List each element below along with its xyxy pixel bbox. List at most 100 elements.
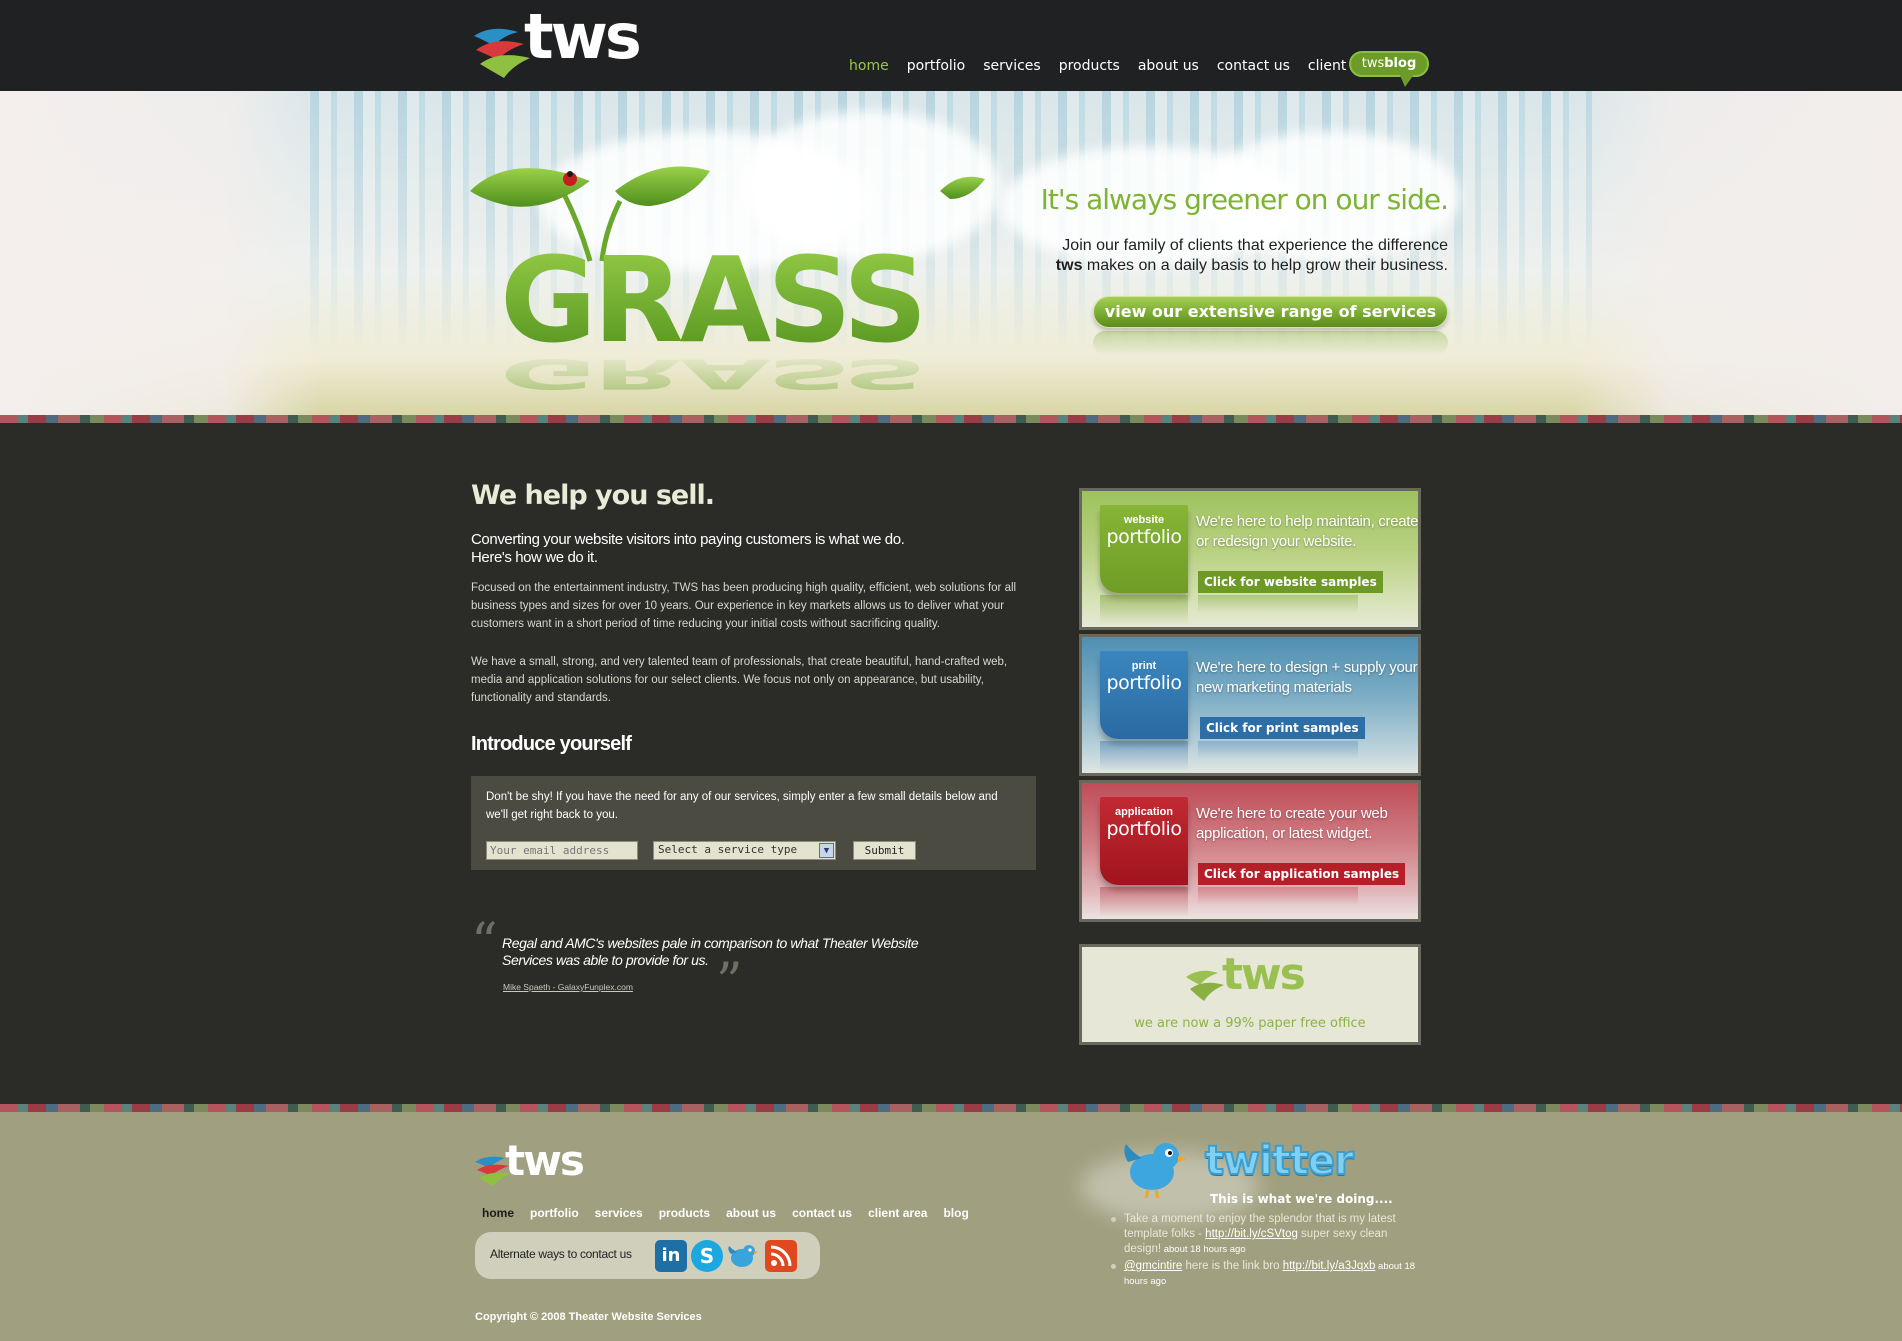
- service-select-value: Select a service type: [658, 843, 798, 856]
- blog-tab-tail: [1399, 73, 1415, 87]
- blog-tab-bubble: twsblog: [1349, 51, 1429, 77]
- twitter-wordmark: twitter: [1204, 1137, 1355, 1185]
- footer-nav-contact-us[interactable]: contact us: [784, 1206, 860, 1220]
- stripe-divider: [0, 415, 1902, 423]
- footer-nav-about-us[interactable]: about us: [718, 1206, 784, 1220]
- print-portfolio-panel[interactable]: print portfolio We're here to design + s…: [1079, 634, 1421, 776]
- nav-services[interactable]: services: [974, 58, 1049, 74]
- view-services-button[interactable]: view our extensive range of services: [1093, 296, 1448, 328]
- hero-text: Join our family of clients that experien…: [1040, 236, 1448, 276]
- hero-text-brand: tws: [1055, 257, 1083, 274]
- button-reflection: [1198, 595, 1358, 613]
- hero-headline: It's always greener on our side.: [1040, 183, 1449, 216]
- service-type-select[interactable]: Select a service type ▼: [653, 841, 836, 860]
- logo-wordmark: tws: [505, 1136, 585, 1185]
- logo-wordmark: tws: [1222, 949, 1306, 1000]
- lead-line2: Here's how we do it.: [471, 549, 598, 566]
- panel-description: We're here to help maintain, create or r…: [1196, 513, 1419, 550]
- email-field[interactable]: [486, 841, 638, 860]
- body-paragraph: We have a small, strong, and very talent…: [471, 656, 1008, 704]
- tws-logo-green: tws: [1186, 949, 1326, 1007]
- footer-nav-blog[interactable]: blog: [935, 1206, 976, 1220]
- website-portfolio-badge: website portfolio: [1100, 505, 1188, 593]
- tweet-link[interactable]: http://bit.ly/cSVtog: [1205, 1228, 1298, 1240]
- application-samples-button[interactable]: Click for application samples: [1198, 863, 1406, 885]
- tweet-text: here is the link bro: [1182, 1260, 1283, 1272]
- footer-logo[interactable]: tws: [475, 1136, 595, 1188]
- leaf-shape: [940, 176, 985, 199]
- chevron-down-icon[interactable]: ▼: [819, 843, 834, 858]
- twitter-subtitle: This is what we're doing....: [1210, 1192, 1393, 1206]
- badge-reflection: [1100, 741, 1188, 771]
- lead-line1: Converting your website visitors into pa…: [471, 531, 905, 548]
- rss-icon[interactable]: [765, 1240, 797, 1272]
- footer-nav: home portfolio services products about u…: [474, 1206, 977, 1220]
- panel-description: We're here to create your web applicatio…: [1196, 805, 1388, 842]
- paper-free-panel: tws we are now a 99% paper free office: [1079, 944, 1421, 1045]
- grass-illustration: GRASS GRASS: [470, 166, 985, 391]
- button-reflection: [1198, 741, 1358, 759]
- body-paragraph: Focused on the entertainment industry, T…: [471, 582, 1017, 630]
- tweet-item: Take a moment to enjoy the splendor that…: [1110, 1212, 1420, 1257]
- website-samples-button[interactable]: Click for website samples: [1198, 571, 1383, 593]
- tweet-list: Take a moment to enjoy the splendor that…: [1110, 1212, 1420, 1291]
- logo-wordmark: tws: [524, 0, 642, 73]
- nav-home[interactable]: home: [840, 58, 898, 74]
- skype-icon[interactable]: S: [691, 1240, 723, 1272]
- tweet-mention[interactable]: @gmcintire: [1124, 1260, 1182, 1272]
- footer-nav-home[interactable]: home: [474, 1206, 522, 1220]
- print-portfolio-badge: print portfolio: [1100, 651, 1188, 739]
- close-quote-icon: ”: [716, 953, 743, 1013]
- grass-word-reflection: GRASS: [500, 349, 924, 391]
- copyright-text: Copyright © 2008 Theater Website Service…: [475, 1311, 702, 1323]
- blog-tab-prefix: tws: [1361, 56, 1385, 71]
- contact-instructions: Don't be shy! If you have the need for a…: [486, 791, 998, 821]
- footer-nav-client-area[interactable]: client area: [860, 1206, 935, 1220]
- hero-fade-right: [1572, 91, 1902, 419]
- website-portfolio-panel[interactable]: website portfolio We're here to help mai…: [1079, 488, 1421, 630]
- tweet-link[interactable]: http://bit.ly/a3Jqxb: [1283, 1260, 1376, 1272]
- tweet-time: about 18 hours ago: [1161, 1244, 1246, 1255]
- hero-banner: GRASS GRASS It's always greener on our s…: [0, 91, 1902, 419]
- site-header: tws home portfolio services products abo…: [0, 0, 1902, 91]
- nav-portfolio[interactable]: portfolio: [898, 58, 975, 74]
- twitter-feed: twitter This is what we're doing.... Tak…: [1080, 1132, 1440, 1337]
- blog-tab-suffix: blog: [1384, 56, 1417, 71]
- tws-logo[interactable]: tws: [472, 0, 657, 82]
- paper-free-text: we are now a 99% paper free office: [1134, 1016, 1366, 1031]
- badge-reflection: [1100, 887, 1188, 917]
- hero-text-line2: makes on a daily basis to help grow thei…: [1082, 257, 1448, 274]
- nav-products[interactable]: products: [1050, 58, 1129, 74]
- badge-small-label: print: [1131, 660, 1157, 672]
- badge-big-label: portfolio: [1106, 526, 1182, 548]
- print-samples-button[interactable]: Click for print samples: [1200, 717, 1365, 739]
- stripe-divider: [0, 1104, 1902, 1112]
- badge-small-label: website: [1123, 514, 1165, 526]
- footer-nav-services[interactable]: services: [587, 1206, 651, 1220]
- twitter-bird-icon[interactable]: [1120, 1132, 1190, 1202]
- application-portfolio-badge: application portfolio: [1100, 797, 1188, 885]
- introduce-heading: Introduce yourself: [471, 733, 632, 755]
- badge-big-label: portfolio: [1106, 818, 1182, 840]
- nav-about-us[interactable]: about us: [1129, 58, 1208, 74]
- main-nav: home portfolio services products about u…: [840, 58, 1391, 74]
- panel-description: We're here to design + supply your new m…: [1196, 659, 1418, 696]
- leaf-shape: [615, 166, 710, 206]
- footer-nav-products[interactable]: products: [651, 1206, 718, 1220]
- badge-small-label: application: [1114, 806, 1174, 818]
- tweet-item: @gmcintire here is the link bro http://b…: [1110, 1259, 1420, 1289]
- hero-fade-left: [0, 91, 320, 419]
- alternate-contact-bar: Alternate ways to contact us in S: [475, 1232, 820, 1279]
- page-title: We help you sell.: [471, 480, 715, 511]
- hero-button-reflection: [1093, 331, 1448, 355]
- twitter-bird-icon[interactable]: [727, 1240, 759, 1272]
- badge-big-label: portfolio: [1106, 672, 1182, 694]
- nav-contact-us[interactable]: contact us: [1208, 58, 1299, 74]
- linkedin-icon[interactable]: in: [655, 1240, 687, 1272]
- bird-logo-icon: [1186, 970, 1224, 1001]
- footer-nav-portfolio[interactable]: portfolio: [522, 1206, 587, 1220]
- blog-tab[interactable]: twsblog: [1349, 51, 1429, 89]
- application-portfolio-panel[interactable]: application portfolio We're here to crea…: [1079, 780, 1421, 922]
- submit-button[interactable]: Submit: [853, 841, 916, 860]
- testimonial-author-link[interactable]: Mike Spaeth - GalaxyFunplex.com: [503, 982, 633, 992]
